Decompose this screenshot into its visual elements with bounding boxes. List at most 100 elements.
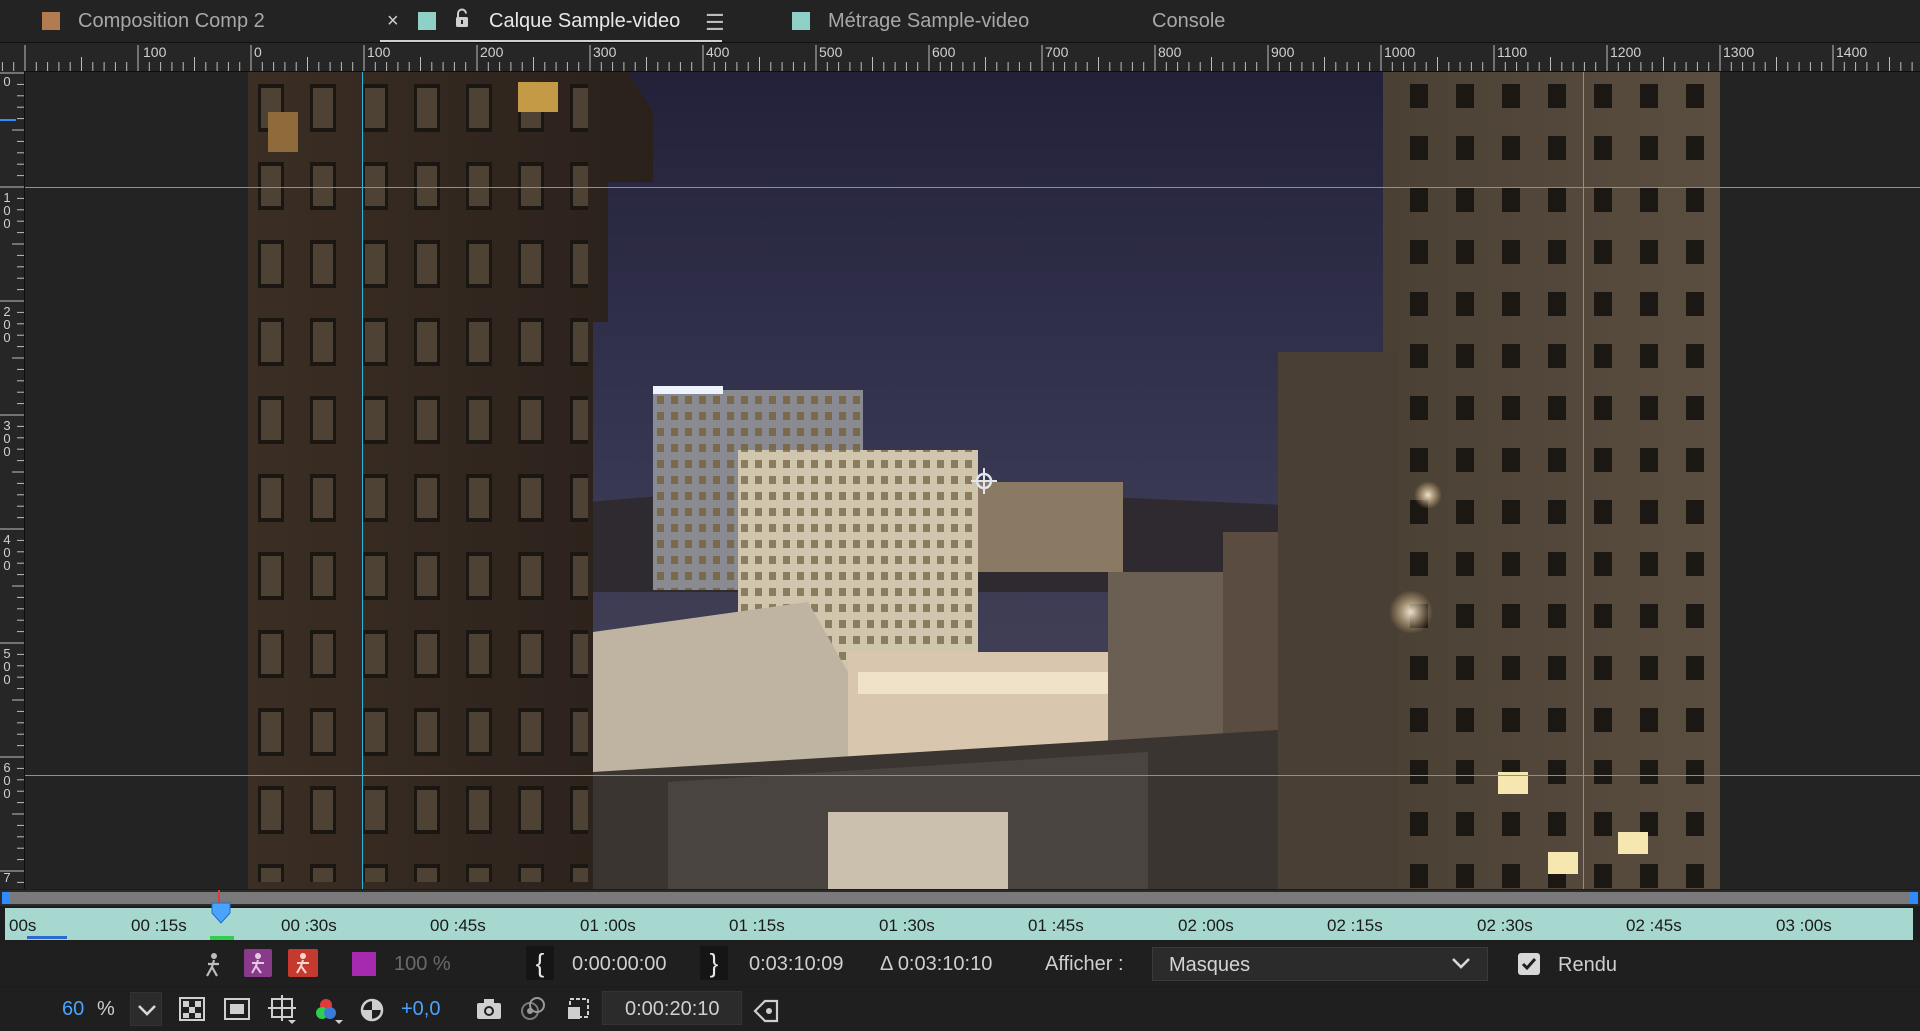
vertical-ruler[interactable]: 0 100 200 300 400 500 600 7 bbox=[0, 71, 25, 889]
layer-color-swatch[interactable] bbox=[352, 952, 376, 976]
time-navigator-bar[interactable] bbox=[5, 892, 1913, 904]
ruler-label: 1300 bbox=[1723, 44, 1755, 60]
tab-footage[interactable]: Métrage Sample-video bbox=[792, 0, 1029, 42]
label-color-swatch bbox=[418, 12, 436, 30]
ruler-label: 500 bbox=[3, 646, 11, 687]
ruler-label: 300 bbox=[593, 44, 617, 60]
ruler-label: 900 bbox=[1271, 44, 1295, 60]
ruler-label: 400 bbox=[706, 44, 730, 60]
set-out-point-button[interactable]: } bbox=[700, 946, 728, 980]
ruler-label: 300 bbox=[3, 418, 11, 459]
time-label: 01 :30s bbox=[879, 916, 935, 935]
view-label: Afficher : bbox=[1045, 953, 1124, 975]
zoom-value[interactable]: 60 bbox=[62, 998, 84, 1021]
ruler-label: 1200 bbox=[1610, 44, 1642, 60]
mask-visibility-icon[interactable] bbox=[224, 997, 250, 1021]
panel-tab-bar: Composition Comp 2 × Calque Sample-video… bbox=[0, 0, 1920, 43]
chevron-down-icon bbox=[1452, 958, 1470, 969]
time-label: 00 :30s bbox=[281, 916, 337, 935]
close-icon[interactable]: × bbox=[387, 10, 399, 33]
puppet-pin-icon[interactable] bbox=[244, 949, 272, 977]
time-navigator[interactable] bbox=[0, 890, 1920, 906]
tab-label: Console bbox=[1152, 9, 1226, 32]
ruler-label: 800 bbox=[1158, 44, 1182, 60]
guide-horizontal[interactable] bbox=[25, 187, 1920, 188]
guide-vertical[interactable] bbox=[1583, 72, 1584, 889]
layer-viewer[interactable] bbox=[25, 72, 1920, 889]
current-time-field[interactable]: 0:00:20:10 bbox=[602, 991, 742, 1025]
guide-horizontal[interactable] bbox=[25, 775, 1920, 776]
tab-console[interactable]: Console bbox=[1152, 0, 1225, 42]
out-point-time[interactable]: 0:03:10:09 bbox=[749, 953, 844, 976]
view-dropdown-value: Masques bbox=[1169, 954, 1251, 976]
duration-time: Δ 0:03:10:10 bbox=[880, 953, 993, 975]
layer-controls-row: 100 % { 0:00:00:00 } 0:03:10:09 Δ 0:03:1… bbox=[0, 942, 1920, 986]
lock-icon[interactable] bbox=[454, 8, 470, 28]
exposure-value[interactable]: +0,0 bbox=[401, 998, 440, 1021]
time-label: 02 :15s bbox=[1327, 916, 1383, 935]
ruler-label: 200 bbox=[480, 44, 504, 60]
region-of-interest-icon[interactable] bbox=[566, 995, 594, 1023]
label-color-swatch bbox=[42, 12, 60, 30]
opacity-value[interactable]: 100 % bbox=[394, 953, 451, 976]
time-label: 01 :00s bbox=[580, 916, 636, 935]
zoom-dropdown[interactable] bbox=[130, 992, 162, 1026]
in-point-time[interactable]: 0:00:00:00 bbox=[572, 953, 667, 976]
time-label: 02 :30s bbox=[1477, 916, 1533, 935]
zoom-unit: % bbox=[97, 998, 115, 1020]
ruler-label: 100 bbox=[3, 190, 11, 231]
horizontal-ruler[interactable]: 100 0 100 200 300 400 500 600 700 800 90… bbox=[0, 43, 1920, 72]
ruler-label: 7 bbox=[3, 870, 11, 885]
tab-composition[interactable]: Composition Comp 2 bbox=[42, 0, 265, 42]
render-label: Rendu bbox=[1558, 954, 1617, 976]
playhead[interactable] bbox=[211, 902, 231, 924]
time-label: 02 :45s bbox=[1626, 916, 1682, 935]
tab-label: Métrage Sample-video bbox=[828, 9, 1030, 32]
panel-menu-icon[interactable]: ☰ bbox=[705, 10, 725, 36]
transparency-grid-icon[interactable] bbox=[179, 997, 205, 1021]
ruler-label: 1400 bbox=[1836, 44, 1868, 60]
render-checkbox[interactable] bbox=[1518, 953, 1540, 975]
start-marker bbox=[27, 936, 67, 939]
snapshot-camera-icon[interactable] bbox=[475, 997, 503, 1021]
ruler-label: 100 bbox=[143, 44, 167, 60]
show-snapshot-icon[interactable] bbox=[518, 995, 548, 1023]
roto-brush-icon[interactable] bbox=[288, 949, 318, 977]
current-time-value: 0:00:20:10 bbox=[625, 998, 720, 1020]
time-label: 02 :00s bbox=[1178, 916, 1234, 935]
ruler-label: 100 bbox=[367, 44, 391, 60]
flowchart-icon[interactable] bbox=[751, 995, 781, 1025]
motion-path-icon[interactable] bbox=[202, 952, 224, 978]
ruler-label: 0 bbox=[3, 74, 11, 89]
time-label: 00s bbox=[9, 916, 37, 935]
time-label: 03 :00s bbox=[1776, 916, 1832, 935]
time-ruler[interactable]: 00s 00 :15s 00 :30s 00 :45s 01 :00s 01 :… bbox=[5, 890, 1913, 940]
tab-layer-label-wrap[interactable]: Calque Sample-video bbox=[489, 0, 680, 42]
active-tab-indicator bbox=[380, 40, 722, 42]
ruler-label: 1000 bbox=[1384, 44, 1416, 60]
time-label: 01 :45s bbox=[1028, 916, 1084, 935]
tab-layer[interactable] bbox=[418, 0, 454, 42]
color-management-icon[interactable] bbox=[358, 996, 386, 1024]
channels-icon[interactable] bbox=[314, 996, 344, 1026]
chevron-down-icon bbox=[138, 1005, 156, 1016]
work-area-marker bbox=[210, 936, 234, 940]
navigator-end-handle[interactable] bbox=[1910, 892, 1918, 904]
tab-label: Calque Sample-video bbox=[489, 9, 681, 32]
navigator-start-handle[interactable] bbox=[2, 892, 10, 904]
time-label: 00 :15s bbox=[131, 916, 187, 935]
ruler-label: 200 bbox=[3, 304, 11, 345]
ruler-label: 700 bbox=[1045, 44, 1069, 60]
view-dropdown[interactable]: Masques bbox=[1152, 947, 1488, 981]
ruler-label: 600 bbox=[3, 760, 11, 801]
grid-guides-icon[interactable] bbox=[268, 995, 298, 1025]
guide-vertical[interactable] bbox=[362, 72, 363, 889]
set-in-point-button[interactable]: { bbox=[526, 946, 554, 980]
time-label: 01 :15s bbox=[729, 916, 785, 935]
ruler-label: 0 bbox=[254, 44, 262, 60]
tab-label: Composition Comp 2 bbox=[78, 9, 265, 32]
anchor-point-icon[interactable] bbox=[971, 468, 997, 494]
checkmark-icon bbox=[1521, 958, 1537, 971]
ruler-label: 400 bbox=[3, 532, 11, 573]
viewer-controls-row: 60 % +0,0 0:00:20:10 bbox=[0, 988, 1920, 1031]
